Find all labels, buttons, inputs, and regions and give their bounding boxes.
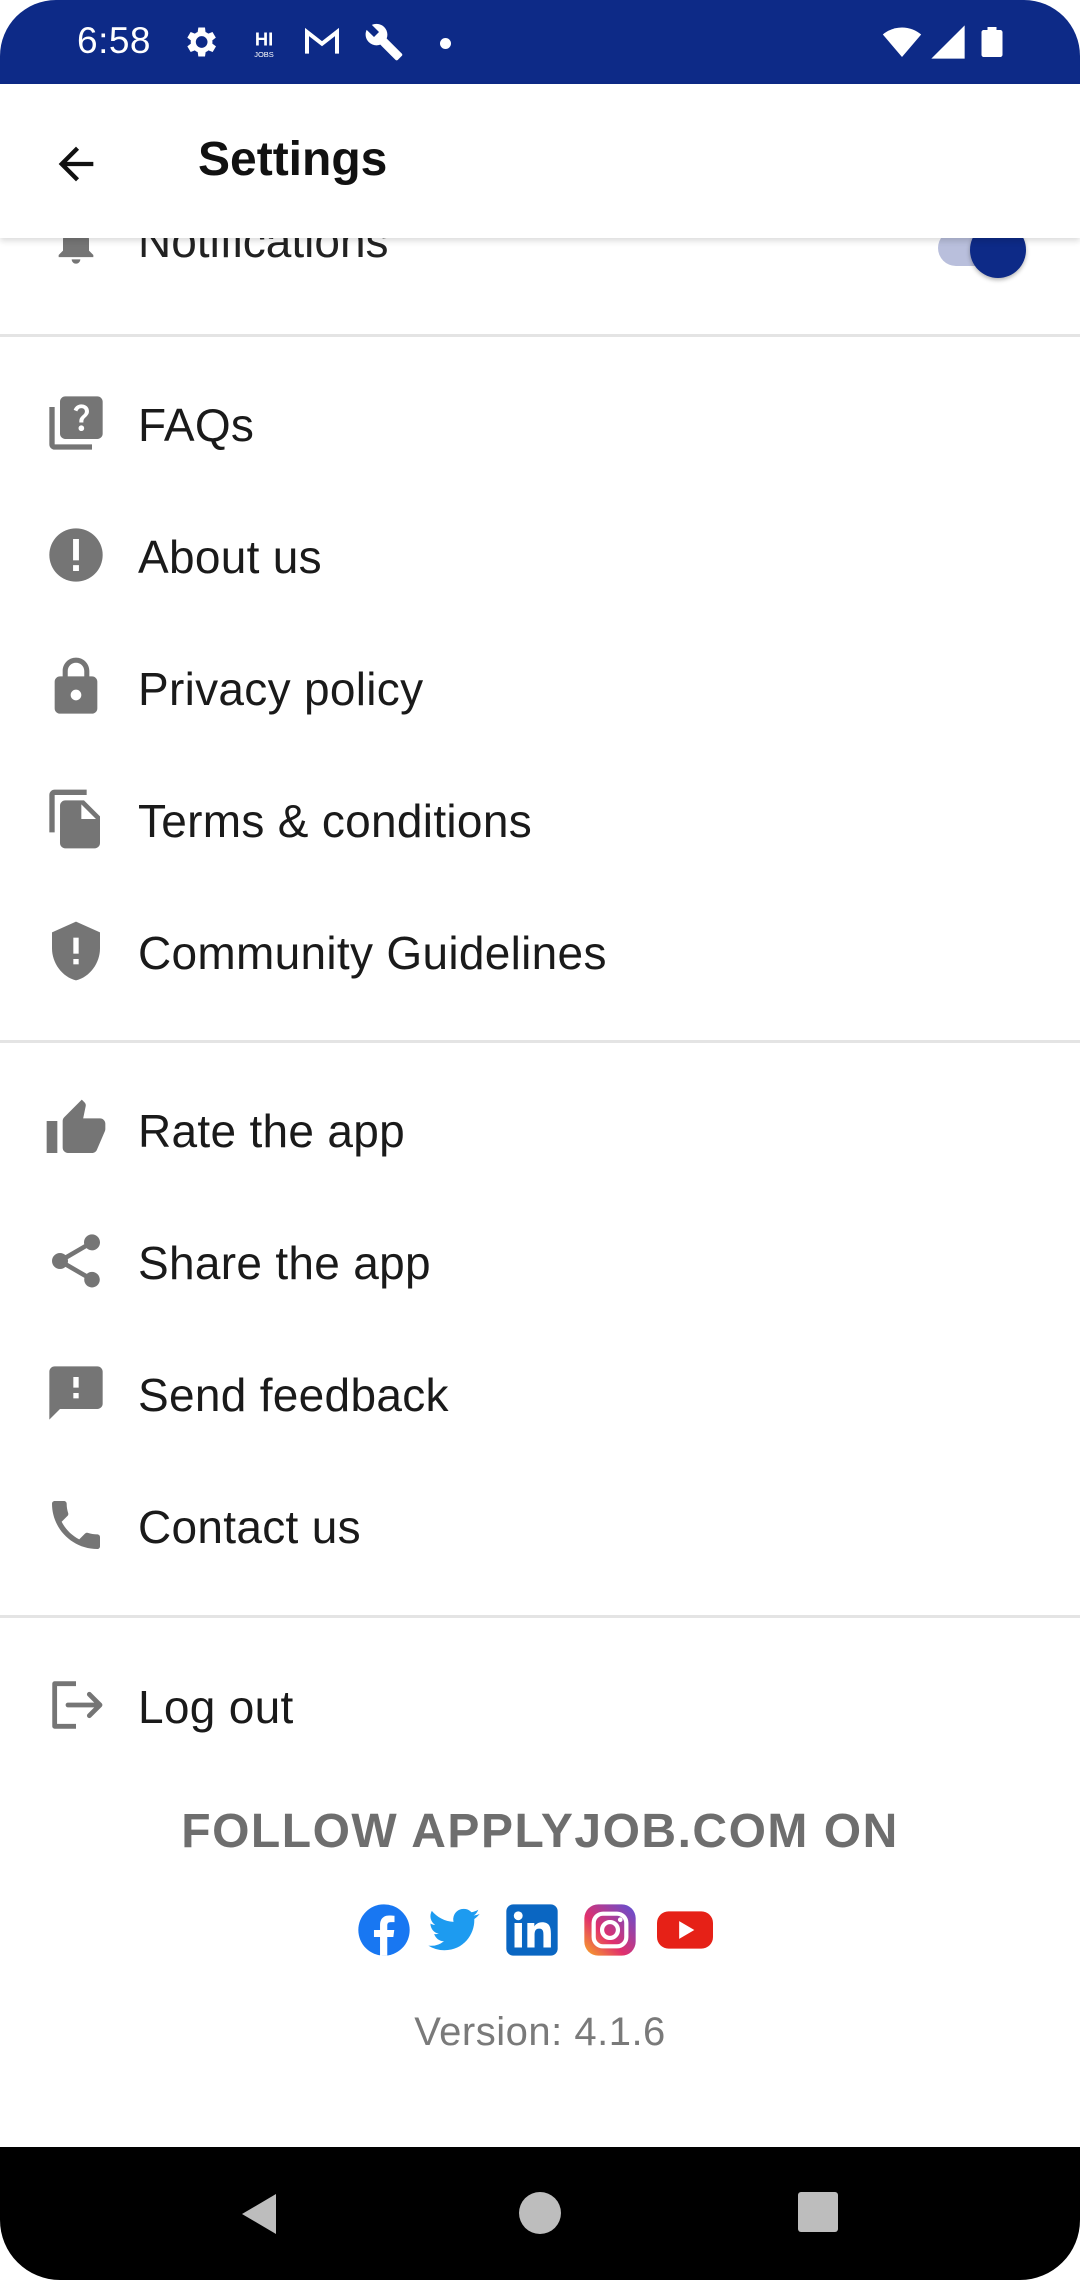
wifi-icon [880, 22, 924, 62]
social-links [356, 1902, 724, 1958]
menu-item-contact-us[interactable]: Contact us [0, 1460, 1080, 1590]
menu-item-label: Community Guidelines [138, 927, 607, 979]
feedback-icon [44, 1361, 108, 1425]
menu-item-label: Send feedback [138, 1369, 449, 1421]
status-time: 6:58 [77, 20, 152, 61]
menu-item-label: FAQs [138, 399, 255, 451]
hi-jobs-icon: HI JOBS [244, 22, 284, 62]
faq-icon [44, 391, 108, 455]
menu-item-about-us[interactable]: About us [0, 490, 1080, 620]
divider [0, 1615, 1080, 1618]
menu-item-label: Privacy policy [138, 663, 424, 715]
menu-item-rate-the-app[interactable]: Rate the app [0, 1064, 1080, 1194]
logout-icon [44, 1673, 108, 1737]
lock-icon [44, 655, 108, 719]
menu-item-label: Share the app [138, 1237, 431, 1289]
linkedin-icon[interactable] [504, 1902, 560, 1958]
dot-icon [440, 38, 451, 49]
thumbs-up-icon [44, 1097, 108, 1161]
nav-back-icon[interactable] [236, 2189, 284, 2239]
gear-icon [180, 22, 220, 62]
gmail-icon [302, 22, 342, 62]
back-button[interactable] [38, 126, 114, 202]
twitter-icon[interactable] [426, 1902, 482, 1958]
app-bar: Settings [0, 84, 1080, 238]
svg-text:JOBS: JOBS [254, 50, 274, 59]
page-title: Settings [198, 133, 388, 186]
menu-item-log-out[interactable]: Log out [0, 1640, 1080, 1770]
menu-item-label: Contact us [138, 1501, 361, 1553]
share-icon [44, 1229, 108, 1293]
shield-icon [44, 919, 108, 983]
facebook-icon[interactable] [356, 1902, 412, 1958]
menu-item-community-guidelines[interactable]: Community Guidelines [0, 886, 1080, 1016]
divider [0, 1040, 1080, 1043]
menu-item-send-feedback[interactable]: Send feedback [0, 1328, 1080, 1458]
documents-icon [44, 787, 108, 851]
phone-icon [44, 1493, 108, 1557]
divider [0, 334, 1080, 337]
menu-item-label: Log out [138, 1681, 294, 1733]
menu-item-faqs[interactable]: FAQs [0, 358, 1080, 488]
wrench-icon [364, 22, 404, 62]
youtube-icon[interactable] [654, 1902, 716, 1958]
menu-item-privacy-policy[interactable]: Privacy policy [0, 622, 1080, 752]
battery-icon [974, 22, 1010, 62]
signal-icon [928, 22, 968, 62]
nav-recents-icon[interactable] [798, 2192, 838, 2232]
nav-home-icon[interactable] [519, 2192, 561, 2234]
arrow-left-icon [58, 146, 94, 182]
system-nav-bar [0, 2147, 1080, 2280]
app-version: Version: 4.1.6 [414, 2010, 666, 2054]
info-icon [44, 523, 108, 587]
menu-item-label: About us [138, 531, 322, 583]
menu-item-label: Rate the app [138, 1105, 406, 1157]
instagram-icon[interactable] [582, 1902, 638, 1958]
menu-item-terms-conditions[interactable]: Terms & conditions [0, 754, 1080, 884]
menu-item-share-the-app[interactable]: Share the app [0, 1196, 1080, 1326]
svg-text:HI: HI [255, 28, 273, 49]
menu-item-label: Terms & conditions [138, 795, 532, 847]
follow-title: FOLLOW APPLYJOB.COM ON [181, 1805, 899, 1858]
status-bar: 6:58 HI JOBS [0, 0, 1080, 84]
